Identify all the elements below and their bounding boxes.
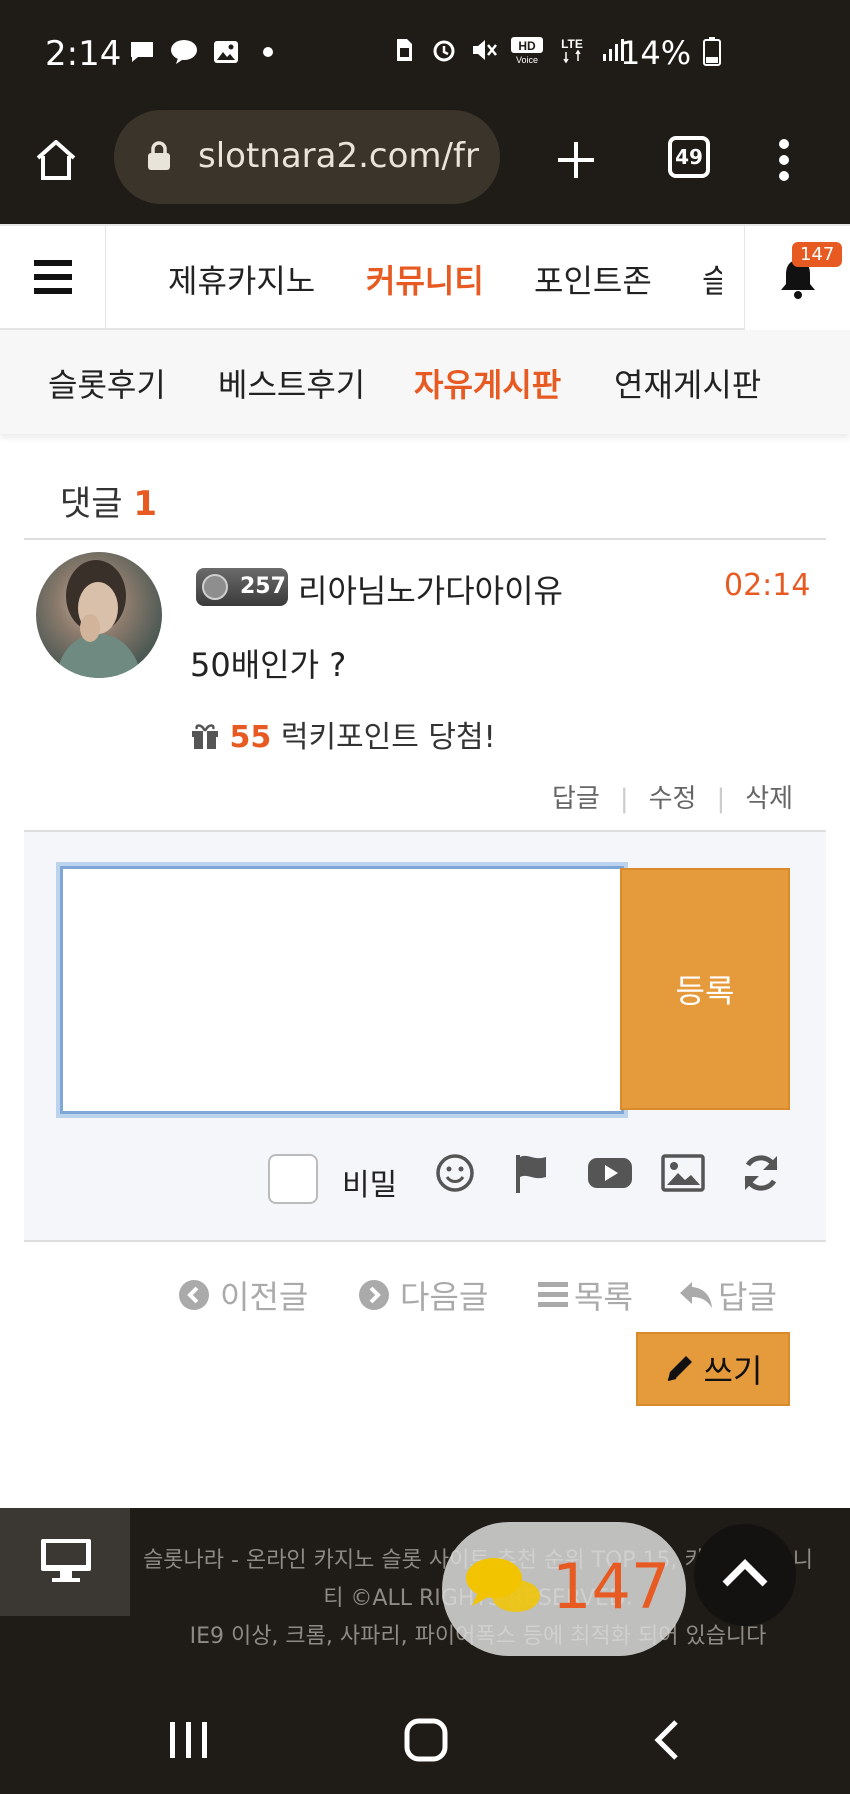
lucky-points: 55 [229, 720, 272, 755]
next-post-link[interactable]: 다음글 [358, 1272, 488, 1318]
dot-icon [263, 47, 273, 57]
level-orb-icon [202, 574, 228, 600]
subnav-item-free-board[interactable]: 자유게시판 [414, 360, 561, 406]
subnav-item-serial-board[interactable]: 연재게시판 [614, 360, 761, 406]
home-icon[interactable] [32, 136, 80, 184]
lucky-text: 럭키포인트 당첨! [280, 720, 496, 755]
refresh-icon[interactable] [738, 1150, 784, 1196]
svg-text:LTE: LTE [561, 37, 583, 51]
hamburger-menu-button[interactable] [0, 226, 106, 330]
hd-voice-icon: HD Voice [511, 37, 543, 64]
comments-header: 댓글 1 [60, 476, 157, 525]
gallery-icon [214, 41, 238, 63]
lucky-point-notice: 55 럭키포인트 당첨! [190, 712, 496, 756]
comment-body: 50배인가 ? [190, 646, 347, 684]
kakaotalk-icon [171, 40, 197, 64]
secret-label: 비밀 [342, 1168, 398, 1203]
sub-nav: 슬롯후기 베스트후기 자유게시판 연재게시판 [0, 330, 850, 434]
avatar-image [56, 560, 142, 678]
comment-write-box: 등록 비밀 [24, 832, 826, 1242]
divider [24, 538, 826, 540]
sim-icon [397, 39, 412, 61]
nav-item-partner-casino[interactable]: 제휴카지노 [168, 256, 315, 302]
home-nav-icon[interactable] [404, 1718, 448, 1762]
status-time: 2:14 [45, 34, 122, 74]
comment-textarea[interactable] [60, 866, 624, 1114]
chevron-left-circle-icon [179, 1280, 209, 1310]
tab-switcher-button[interactable]: 49 [668, 136, 710, 178]
avatar[interactable] [36, 552, 162, 678]
lte-icon: LTE [561, 37, 583, 64]
write-post-label: 쓰기 [703, 1352, 763, 1390]
browser-toolbar: slotnara2.com/fr 49 [0, 110, 850, 224]
level-number: 257 [240, 574, 286, 599]
notification-badge: 147 [792, 242, 843, 267]
lock-icon [148, 141, 170, 170]
prev-post-label: 이전글 [220, 1278, 309, 1316]
flag-icon[interactable] [510, 1150, 556, 1196]
level-badge: 257 [196, 568, 288, 606]
url-text: slotnara2.com/fr [198, 136, 479, 176]
alarm-icon [433, 40, 455, 62]
chevron-right-circle-icon [359, 1280, 389, 1310]
submit-comment-button[interactable]: 등록 [620, 868, 790, 1110]
comment-actions: 답글 | 수정 | 삭제 [552, 784, 794, 814]
desktop-icon [41, 1539, 91, 1582]
reply-link[interactable]: 답글 [552, 784, 600, 814]
chevron-up-icon [722, 1559, 768, 1587]
comment-author[interactable]: 리아님노가다아이유 [298, 566, 563, 612]
back-icon[interactable] [652, 1718, 682, 1762]
write-post-button[interactable]: 쓰기 [636, 1332, 790, 1406]
battery-icon [703, 37, 722, 66]
reply-icon [680, 1282, 712, 1308]
list-link[interactable]: 목록 [538, 1272, 633, 1318]
nav-item-community[interactable]: 커뮤니티 [366, 256, 484, 302]
mute-icon [473, 40, 497, 60]
subnav-item-best-review[interactable]: 베스트후기 [218, 360, 365, 406]
main-nav: 제휴카지노 커뮤니티 포인트존 슬 147 [0, 224, 850, 330]
image-icon[interactable] [660, 1150, 706, 1196]
chat-bubbles-icon [466, 1558, 540, 1612]
subnav-item-slot-review[interactable]: 슬롯후기 [48, 360, 166, 406]
svg-text:Voice: Voice [516, 55, 538, 64]
comments-header-label: 댓글 [60, 484, 123, 524]
reply-post-label: 답글 [718, 1278, 777, 1316]
list-label: 목록 [574, 1278, 633, 1316]
comments-count: 1 [133, 484, 158, 524]
chat-floating-button[interactable]: 147 [442, 1522, 686, 1656]
menu-kebab-icon[interactable] [776, 138, 792, 182]
prev-post-link[interactable]: 이전글 [178, 1272, 308, 1318]
secret-checkbox[interactable] [268, 1154, 318, 1204]
status-bar: 2:14 HD Voice LTE 14% [0, 0, 850, 110]
android-nav-bar [0, 1680, 850, 1794]
edit-link[interactable]: 수정 [649, 784, 697, 814]
chat-count: 147 [552, 1550, 671, 1623]
reply-post-link[interactable]: 답글 [678, 1272, 777, 1318]
chat-icon [131, 42, 153, 62]
new-tab-icon[interactable] [554, 138, 598, 182]
hamburger-icon [34, 260, 72, 294]
nav-item-point-zone[interactable]: 포인트존 [534, 256, 652, 302]
comment-time: 02:14 [724, 568, 811, 603]
gift-icon [192, 724, 218, 749]
scroll-to-top-button[interactable] [694, 1524, 796, 1626]
delete-link[interactable]: 삭제 [745, 784, 793, 814]
youtube-icon[interactable] [584, 1150, 636, 1196]
next-post-label: 다음글 [400, 1278, 489, 1316]
nav-item-overflow[interactable]: 슬 [702, 256, 722, 302]
pencil-icon [667, 1356, 692, 1381]
pc-version-button[interactable] [0, 1508, 130, 1616]
list-icon [538, 1282, 568, 1307]
battery-level: 14% [620, 34, 723, 72]
svg-text:HD: HD [518, 39, 536, 53]
address-bar[interactable]: slotnara2.com/fr [114, 110, 500, 204]
emoji-icon[interactable] [432, 1150, 478, 1196]
recent-apps-icon[interactable] [168, 1720, 210, 1760]
